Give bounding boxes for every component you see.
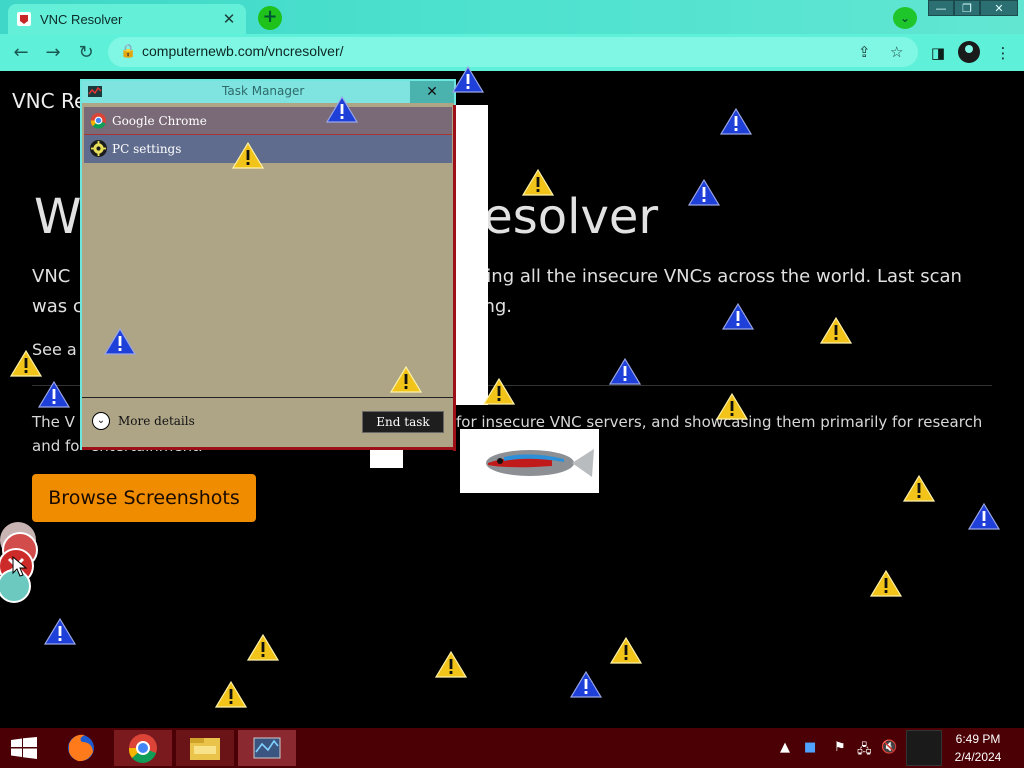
- tab-search-icon[interactable]: ⌄: [893, 7, 917, 29]
- vnc-resolver-favicon-icon: [17, 12, 31, 26]
- back-arrow-icon[interactable]: ←: [8, 40, 34, 66]
- window-close-button[interactable]: ✕: [980, 0, 1018, 16]
- profile-avatar-icon[interactable]: [958, 41, 980, 63]
- flag-icon[interactable]: ⚑: [834, 740, 846, 755]
- white-artifact: [456, 105, 488, 405]
- end-task-button[interactable]: End task: [362, 411, 444, 433]
- more-details-label: More details: [118, 414, 195, 428]
- neon-tetra-image: [460, 429, 599, 493]
- warning-icon: [452, 66, 484, 93]
- notification-panel[interactable]: [906, 730, 942, 766]
- firefox-icon[interactable]: [52, 730, 110, 766]
- task-manager-window[interactable]: Task Manager ✕ Google Chrome PC settings…: [80, 79, 456, 451]
- warning-icon: [435, 651, 467, 678]
- browse-screenshots-button[interactable]: Browse Screenshots: [32, 474, 256, 522]
- list-item[interactable]: Google Chrome: [84, 107, 452, 135]
- warning-icon: [870, 570, 902, 597]
- app-label: PC settings: [112, 142, 182, 156]
- warning-icon: [720, 108, 752, 135]
- windows-taskbar: ▲ ■ ⚑ 🖧 🔇 6:49 PM 2/4/2024: [0, 728, 1024, 768]
- task-manager-icon: [88, 86, 102, 97]
- warning-icon: [570, 671, 602, 698]
- warning-icon: [104, 328, 136, 355]
- list-item[interactable]: PC settings: [84, 135, 452, 163]
- minimize-button[interactable]: —: [928, 0, 954, 16]
- reload-icon[interactable]: ↻: [73, 40, 99, 66]
- warning-icon: [722, 303, 754, 330]
- clock-time[interactable]: 6:49 PM: [948, 732, 1008, 746]
- side-panel-icon[interactable]: ◨: [926, 41, 950, 65]
- chrome-toolbar: ← → ↻ 🔒 computernewb.com/vncresolver/ ⇪ …: [0, 34, 1024, 71]
- task-manager-close-button[interactable]: ✕: [410, 81, 454, 103]
- url-text[interactable]: computernewb.com/vncresolver/: [142, 43, 344, 59]
- maximize-button[interactable]: ❐: [954, 0, 980, 16]
- task-manager-icon[interactable]: [238, 730, 296, 766]
- share-icon[interactable]: ⇪: [858, 43, 871, 61]
- red-border-artifact: [82, 447, 456, 450]
- warning-icon: [968, 503, 1000, 530]
- warning-icon: [232, 142, 264, 169]
- chrome-tab-strip: VNC Resolver ✕ + ⌄ — ❐ ✕: [0, 0, 1024, 34]
- red-border-artifact: [453, 105, 456, 451]
- task-manager-title: Task Manager: [222, 84, 305, 98]
- windows-start-icon[interactable]: [10, 737, 38, 759]
- network-icon[interactable]: 🖧: [857, 740, 872, 762]
- body-text-left-1: The V: [32, 413, 75, 431]
- mouse-cursor-icon: [12, 556, 28, 577]
- tab-close-icon[interactable]: ✕: [220, 10, 238, 28]
- warning-icon: [522, 169, 554, 196]
- app-list: Google Chrome PC settings: [84, 107, 452, 163]
- divider: [82, 397, 454, 398]
- hero-heading-left: W: [34, 189, 82, 245]
- browser-tab[interactable]: VNC Resolver ✕: [8, 4, 246, 34]
- forward-arrow-icon[interactable]: →: [40, 40, 66, 66]
- show-hidden-icons-icon[interactable]: ▲: [780, 740, 790, 755]
- chrome-icon: [90, 112, 107, 129]
- volume-muted-icon[interactable]: 🔇: [881, 740, 897, 755]
- lock-icon: 🔒: [120, 44, 137, 59]
- file-explorer-icon[interactable]: [176, 730, 234, 766]
- warning-icon: [903, 475, 935, 502]
- warning-icon: [215, 681, 247, 708]
- warning-icon: [44, 618, 76, 645]
- warning-icon: [820, 317, 852, 344]
- intro-text-left-1: VNC: [32, 266, 71, 287]
- more-details-toggle[interactable]: ⌄ More details: [92, 412, 195, 430]
- task-manager-titlebar[interactable]: Task Manager ✕: [82, 81, 454, 103]
- warning-icon: [609, 358, 641, 385]
- gear-icon: [90, 140, 107, 157]
- kebab-menu-icon[interactable]: ⋮: [991, 41, 1015, 65]
- chevron-down-icon: ⌄: [92, 412, 110, 430]
- clock-date[interactable]: 2/4/2024: [948, 750, 1008, 764]
- tab-title: VNC Resolver: [40, 11, 123, 27]
- chrome-icon[interactable]: [114, 730, 172, 766]
- intro-text-right-1: casing all the insecure VNCs across the …: [456, 266, 962, 287]
- warning-icon: [716, 393, 748, 420]
- bookmark-star-icon[interactable]: ☆: [890, 43, 903, 61]
- meet-now-icon[interactable]: ■: [804, 740, 816, 755]
- warning-icon: [10, 350, 42, 377]
- white-artifact: [370, 450, 403, 468]
- intro-text-left-2: was c: [32, 296, 83, 317]
- site-title[interactable]: VNC Re: [12, 89, 86, 113]
- warning-icon: [390, 366, 422, 393]
- warning-icon: [326, 96, 358, 123]
- warning-icon: [483, 378, 515, 405]
- desktop: VNC Resolver ✕ + ⌄ — ❐ ✕ ← → ↻ 🔒 compute…: [0, 0, 1024, 768]
- new-tab-button[interactable]: +: [258, 6, 282, 30]
- warning-icon: [38, 381, 70, 408]
- warning-icon: [247, 634, 279, 661]
- body-text-left-2: and fo: [32, 437, 80, 455]
- address-bar[interactable]: 🔒 computernewb.com/vncresolver/ ⇪ ☆: [108, 37, 918, 67]
- warning-icon: [610, 637, 642, 664]
- app-label: Google Chrome: [112, 113, 207, 128]
- warning-icon: [688, 179, 720, 206]
